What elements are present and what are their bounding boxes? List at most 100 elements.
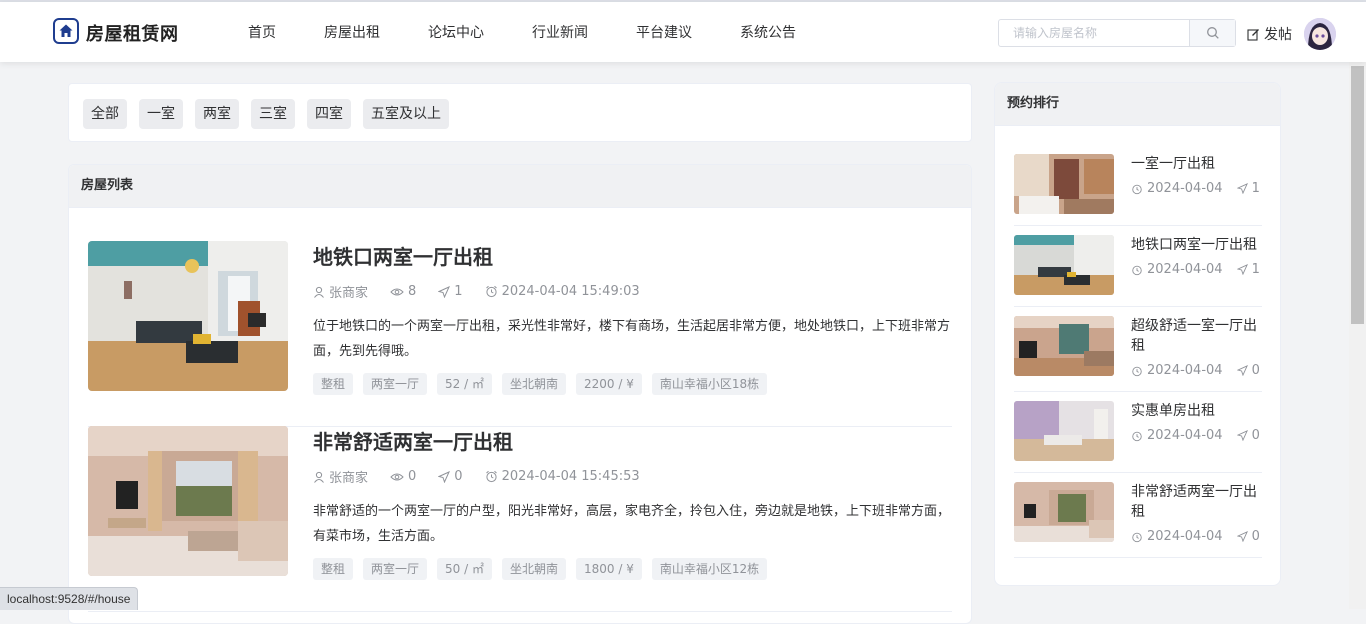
nav-home[interactable]: 首页 — [248, 22, 276, 42]
user-icon — [314, 286, 324, 298]
house-title[interactable]: 非常舒适两室一厅出租 — [313, 426, 513, 455]
booking-ranking-card: 预约排行 一室一厅出租 2024-04-04 1 地铁口两室一厅出租 2024-… — [994, 82, 1281, 586]
nav-suggestions[interactable]: 平台建议 — [636, 22, 692, 42]
tag-layout: 两室一厅 — [363, 558, 428, 580]
send-icon — [1236, 430, 1248, 441]
alarm-clock-icon — [1132, 366, 1142, 376]
site-logo-text[interactable]: 房屋租赁网 — [86, 20, 179, 46]
alarm-clock-icon — [485, 285, 497, 298]
ranking-item-count: 1 — [1251, 262, 1260, 277]
ranking-item-title[interactable]: 实惠单房出租 — [1131, 401, 1261, 421]
ranking-item-date: 2024-04-04 — [1147, 181, 1223, 196]
ranking-photo[interactable] — [1014, 316, 1114, 376]
tag-address: 南山幸福小区18栋 — [651, 373, 768, 395]
tag-price: 1800 / ¥ — [576, 558, 642, 580]
page-scrollbar[interactable] — [1349, 62, 1366, 609]
post-button[interactable]: 发帖 — [1247, 24, 1292, 44]
tag-price: 2200 / ¥ — [576, 373, 642, 395]
scrollbar-thumb[interactable] — [1351, 66, 1364, 324]
ranking-item-title[interactable]: 超级舒适一室一厅出租 — [1131, 316, 1261, 356]
house-item: 非常舒适两室一厅出租 张商家 0 0 2024-04-04 15:45:53 非… — [88, 426, 952, 612]
room-filter-card: 全部 一室 两室 三室 四室 五室及以上 — [68, 83, 972, 142]
browser-status-url: localhost:9528/#/house — [0, 587, 139, 610]
eye-icon — [390, 473, 404, 480]
house-title[interactable]: 地铁口两室一厅出租 — [313, 241, 493, 270]
ranking-item-date: 2024-04-04 — [1147, 262, 1223, 277]
house-list-title: 房屋列表 — [69, 165, 971, 208]
house-meta: 张商家 0 0 2024-04-04 15:45:53 — [313, 467, 662, 486]
ranking-item-title[interactable]: 一室一厅出租 — [1131, 154, 1261, 174]
ranking-item-meta: 2024-04-04 0 — [1131, 428, 1260, 443]
ranking-item[interactable]: 非常舒适两室一厅出租 2024-04-04 0 — [1014, 482, 1262, 558]
header: 房屋租赁网 首页 房屋出租 论坛中心 行业新闻 平台建议 系统公告 发帖 — [0, 2, 1366, 62]
avatar[interactable] — [1304, 18, 1336, 50]
send-icon — [438, 285, 451, 298]
house-time: 2024-04-04 15:49:03 — [501, 284, 640, 299]
house-views: 0 — [408, 469, 417, 484]
ranking-title: 预约排行 — [995, 83, 1280, 126]
filter-one-room[interactable]: 一室 — [139, 99, 183, 129]
ranking-item-date: 2024-04-04 — [1147, 529, 1223, 544]
ranking-photo[interactable] — [1014, 482, 1114, 542]
post-label: 发帖 — [1264, 27, 1292, 43]
ranking-photo[interactable] — [1014, 235, 1114, 295]
send-icon — [1236, 531, 1248, 542]
ranking-item-count: 0 — [1251, 363, 1260, 378]
ranking-item[interactable]: 实惠单房出租 2024-04-04 0 — [1014, 401, 1262, 473]
ranking-photo[interactable] — [1014, 401, 1114, 461]
ranking-item-title[interactable]: 非常舒适两室一厅出租 — [1131, 482, 1261, 522]
filter-five-plus-rooms[interactable]: 五室及以上 — [363, 99, 449, 129]
tag-rent-type: 整租 — [313, 373, 354, 395]
tag-area: 52 / ㎡ — [437, 373, 492, 395]
nav-rent[interactable]: 房屋出租 — [324, 22, 380, 42]
send-icon — [1236, 365, 1248, 376]
house-likes: 0 — [454, 469, 463, 484]
filter-three-rooms[interactable]: 三室 — [251, 99, 295, 129]
edit-icon — [1247, 28, 1259, 41]
alarm-clock-icon — [1132, 265, 1142, 275]
filter-two-rooms[interactable]: 两室 — [195, 99, 239, 129]
search-input[interactable] — [999, 20, 1191, 46]
ranking-item-meta: 2024-04-04 0 — [1131, 363, 1260, 378]
filter-all[interactable]: 全部 — [83, 99, 127, 129]
house-likes: 1 — [454, 284, 463, 299]
tag-rent-type: 整租 — [313, 558, 354, 580]
alarm-clock-icon — [1132, 431, 1142, 441]
house-meta: 张商家 8 1 2024-04-04 15:49:03 — [313, 282, 662, 301]
ranking-item-count: 0 — [1251, 529, 1260, 544]
ranking-item-title[interactable]: 地铁口两室一厅出租 — [1131, 235, 1261, 255]
user-avatar-icon — [1304, 18, 1336, 50]
nav-announcements[interactable]: 系统公告 — [740, 22, 796, 42]
tag-address: 南山幸福小区12栋 — [651, 558, 768, 580]
ranking-item[interactable]: 地铁口两室一厅出租 2024-04-04 1 — [1014, 235, 1262, 307]
house-tags: 整租 两室一厅 52 / ㎡ 坐北朝南 2200 / ¥ 南山幸福小区18栋 — [313, 373, 777, 395]
house-logo-icon[interactable] — [53, 18, 79, 44]
ranking-item-date: 2024-04-04 — [1147, 428, 1223, 443]
ranking-item-meta: 2024-04-04 1 — [1131, 181, 1260, 196]
tag-layout: 两室一厅 — [363, 373, 428, 395]
nav-forum[interactable]: 论坛中心 — [428, 22, 484, 42]
ranking-item[interactable]: 一室一厅出租 2024-04-04 1 — [1014, 154, 1262, 226]
ranking-photo[interactable] — [1014, 154, 1114, 214]
alarm-clock-icon — [485, 470, 497, 483]
house-item: 地铁口两室一厅出租 张商家 8 1 2024-04-04 15:49:03 位于… — [88, 241, 952, 427]
ranking-item-meta: 2024-04-04 0 — [1131, 529, 1260, 544]
send-icon — [1236, 264, 1248, 275]
house-views: 8 — [408, 284, 417, 299]
search-box — [998, 19, 1236, 47]
house-author: 张商家 — [329, 286, 369, 301]
alarm-clock-icon — [1132, 184, 1142, 194]
tag-area: 50 / ㎡ — [437, 558, 492, 580]
house-photo[interactable] — [88, 241, 288, 391]
house-photo[interactable] — [88, 426, 288, 576]
house-description: 位于地铁口的一个两室一厅出租，采光性非常好，楼下有商场，生活起居非常方便，地处地… — [313, 319, 951, 359]
send-icon — [1236, 183, 1248, 194]
filter-four-rooms[interactable]: 四室 — [307, 99, 351, 129]
user-icon — [314, 471, 324, 483]
ranking-item[interactable]: 超级舒适一室一厅出租 2024-04-04 0 — [1014, 316, 1262, 392]
house-author: 张商家 — [329, 471, 369, 486]
tag-orientation: 坐北朝南 — [501, 558, 566, 580]
nav-news[interactable]: 行业新闻 — [532, 22, 588, 42]
search-button[interactable] — [1189, 20, 1235, 46]
ranking-item-meta: 2024-04-04 1 — [1131, 262, 1260, 277]
